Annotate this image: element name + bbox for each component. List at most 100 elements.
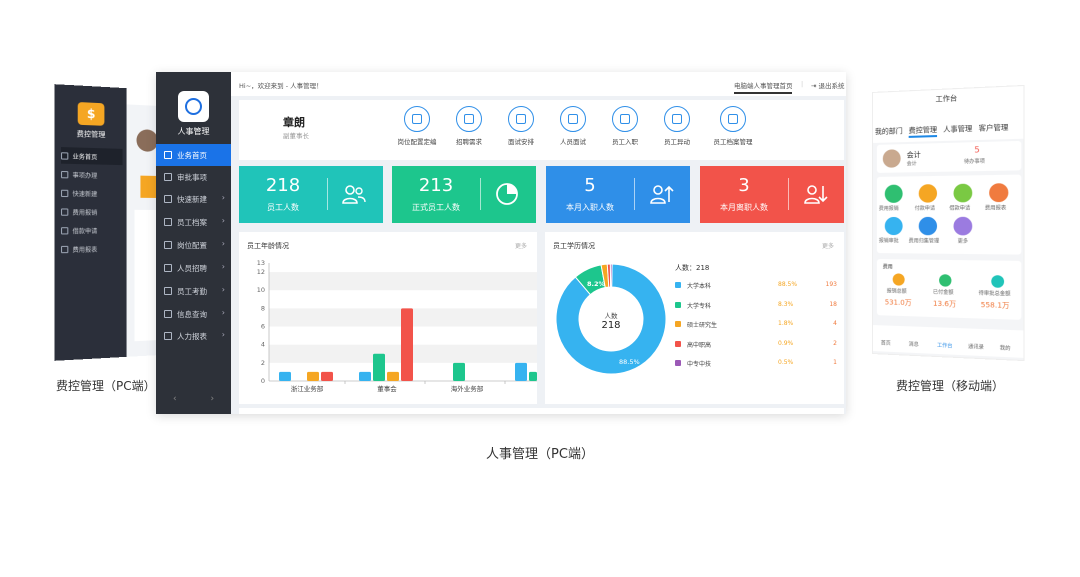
quick-action-onboarding[interactable]: 员工入职 <box>597 106 653 146</box>
x-tick-label: 浙江业务部 <box>291 384 324 393</box>
user-logo-icon <box>178 91 209 122</box>
bar[interactable] <box>359 372 371 381</box>
quick-action-transfer[interactable]: 员工异动 <box>649 106 705 146</box>
y-tick-label: 4 <box>261 341 265 349</box>
mobile-tab[interactable]: 客户管理 <box>979 122 1009 135</box>
quick-action-label: 人员面试 <box>560 138 586 146</box>
quick-action-recruit-needs[interactable]: 招聘需求 <box>441 106 497 146</box>
mobile-stat-value: 13.6万 <box>933 299 956 310</box>
legend-row[interactable]: 高中职高 0.9% 2 <box>675 340 837 350</box>
sidebar-item-employee-files[interactable]: 员工档案 › <box>156 211 231 233</box>
bar[interactable] <box>515 363 527 381</box>
caption-fee-pc: 费控管理（PC端） <box>56 377 156 394</box>
sidebar-item-home[interactable]: 业务首页 <box>156 144 231 166</box>
left-preview-content <box>127 88 160 357</box>
home-icon <box>61 152 68 159</box>
sidebar-item-recruitment[interactable]: 人员招聘 › <box>156 257 231 279</box>
sidebar-item-attendance[interactable]: 员工考勤 › <box>156 280 231 302</box>
mobile-stat-label: 报销总额 <box>887 287 907 295</box>
stat-card-employees[interactable]: 218 员工人数 <box>239 166 383 223</box>
left-preview-topbar <box>127 88 160 106</box>
payment-icon[interactable] <box>919 184 937 203</box>
education-chart-panel: 员工学历情况 更多 8.2% 88.5% 人数：218 人数 218 大学本科 88… <box>545 232 844 404</box>
mobile-todo-label: 待办事项 <box>964 157 985 165</box>
loan-icon[interactable] <box>954 184 973 203</box>
sidebar-item-quick-create[interactable]: 快速新建 › <box>156 188 231 210</box>
stat-label: 员工人数 <box>239 202 327 213</box>
mobile-tab[interactable]: 费控管理 <box>909 125 937 138</box>
logout-button[interactable]: ⇥ 退出系统 <box>811 80 845 90</box>
home-link[interactable]: 电脑端人事管理首页 <box>734 80 793 90</box>
sidebar: 人事管理 业务首页 审批事项 快速新建 › 员工档案 › 岗位配置 › 人员招聘… <box>156 72 231 414</box>
left-nav-item[interactable]: 快速新建 <box>61 184 123 201</box>
left-nav-item[interactable]: 事项办理 <box>61 166 123 184</box>
legend-row[interactable]: 中专中技 0.5% 1 <box>675 359 837 369</box>
chart-icon <box>164 332 172 340</box>
legend-count: 2 <box>833 340 837 347</box>
mobile-bottom-tab[interactable]: 工作台 <box>937 342 952 350</box>
legend-row[interactable]: 硕士研究生 1.8% 4 <box>675 320 837 330</box>
sidebar-item-reports[interactable]: 人力报表 › <box>156 325 231 347</box>
chevron-left-icon[interactable]: ‹ <box>173 394 177 404</box>
sidebar-item-label: 业务首页 <box>177 150 207 161</box>
mobile-stat-label: 待审批总金额 <box>979 289 1011 297</box>
more-icon[interactable] <box>954 217 973 236</box>
mobile-stat-value: 531.0万 <box>885 297 912 308</box>
mobile-bottom-tab[interactable]: 我的 <box>1000 344 1011 352</box>
bar[interactable] <box>529 372 537 381</box>
mobile-app-label: 借款申请 <box>949 204 970 211</box>
sidebar-item-approvals[interactable]: 审批事项 <box>156 166 231 188</box>
left-nav-item[interactable]: 业务首页 <box>61 147 123 165</box>
bar[interactable] <box>401 308 413 381</box>
expense-icon[interactable] <box>885 185 903 203</box>
y-tick-label: 12 <box>257 268 265 276</box>
x-tick-label: 海外业务部 <box>451 384 484 393</box>
bar[interactable] <box>373 354 385 381</box>
bar[interactable] <box>279 372 291 381</box>
quick-action-interview[interactable]: 人员面试 <box>545 106 601 146</box>
bar[interactable] <box>453 363 465 381</box>
left-nav-item[interactable]: 借款申请 <box>61 222 123 239</box>
divider <box>788 178 789 210</box>
mobile-stat-value: 558.1万 <box>981 300 1010 311</box>
report-icon[interactable] <box>989 183 1008 202</box>
quick-action-position-quota[interactable]: 岗位配置定编 <box>389 106 445 146</box>
mobile-app-label: 费用报表 <box>985 204 1006 211</box>
mobile-tab[interactable]: 我的部门 <box>875 126 903 139</box>
stat-card-departures[interactable]: 3 本月离职人数 <box>700 166 844 223</box>
bottom-panels-edge <box>239 408 844 414</box>
badge-icon <box>612 106 638 132</box>
divider <box>327 178 328 210</box>
quick-action-interview-schedule[interactable]: 面试安排 <box>493 106 549 146</box>
quick-action-employee-files[interactable]: 员工档案管理 <box>701 106 765 146</box>
divider <box>634 178 635 210</box>
stat-card-formal-employees[interactable]: 213 正式员工人数 <box>392 166 536 223</box>
legend-row[interactable]: 大学本科 88.5% 193 <box>675 281 837 291</box>
stat-card-new-hires[interactable]: 5 本月入职人数 <box>546 166 690 223</box>
sidebar-item-query[interactable]: 信息查询 › <box>156 303 231 325</box>
approval-icon[interactable] <box>885 217 903 235</box>
menu-icon <box>61 227 68 234</box>
legend-percent: 0.5% <box>778 359 793 366</box>
bar[interactable] <box>307 372 319 381</box>
attendance-icon <box>164 287 172 295</box>
recruit-icon <box>456 106 482 132</box>
mobile-tab[interactable]: 人事管理 <box>943 124 972 137</box>
donut-slice[interactable] <box>610 264 612 287</box>
bar[interactable] <box>321 372 333 381</box>
sidebar-item-positions[interactable]: 岗位配置 › <box>156 234 231 256</box>
collection-icon[interactable] <box>919 217 937 235</box>
fee-control-mobile-preview: 工作台 我的部门 费控管理 人事管理 客户管理 会计 会计 5 待办事项 费用报… <box>872 85 1025 361</box>
left-nav-item[interactable]: 费用报销 <box>61 203 123 220</box>
bar[interactable] <box>387 372 399 381</box>
y-tick-label: 8 <box>261 304 265 312</box>
y-tick-label: 13 <box>257 259 265 267</box>
mobile-bottom-tab[interactable]: 首页 <box>881 339 891 346</box>
mobile-bottom-tab[interactable]: 通讯录 <box>968 343 984 351</box>
legend-row[interactable]: 大学专科 8.3% 18 <box>675 301 837 311</box>
chevron-right-icon[interactable]: › <box>210 394 214 404</box>
left-nav-item[interactable]: 费用报表 <box>61 240 123 257</box>
money-icon <box>893 273 905 285</box>
legend-swatch <box>675 282 681 288</box>
mobile-bottom-tab[interactable]: 消息 <box>909 341 919 349</box>
